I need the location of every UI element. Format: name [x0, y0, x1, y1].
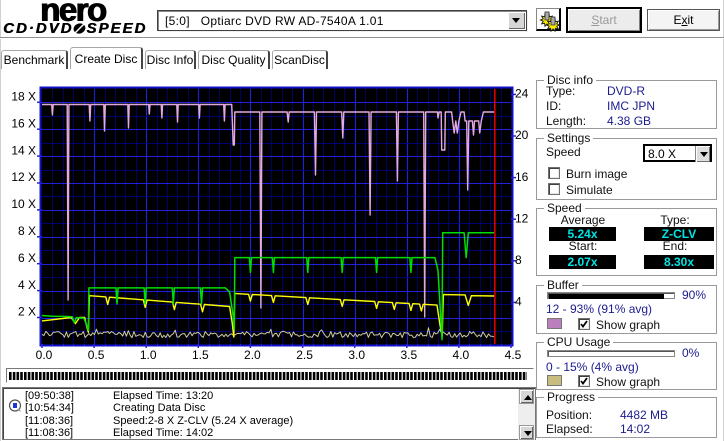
svg-text:20: 20 — [515, 128, 529, 142]
svg-text:18 X: 18 X — [11, 90, 36, 104]
svg-text:2.5: 2.5 — [296, 348, 313, 362]
svg-text:10 X: 10 X — [11, 197, 36, 211]
svg-text:8 X: 8 X — [18, 224, 36, 238]
svg-text:6 X: 6 X — [18, 251, 36, 265]
svg-text:0.5: 0.5 — [88, 348, 105, 362]
svg-text:2.0: 2.0 — [244, 348, 261, 362]
svg-text:4.0: 4.0 — [453, 348, 470, 362]
svg-text:3.5: 3.5 — [400, 348, 417, 362]
svg-text:16 X: 16 X — [11, 116, 36, 130]
svg-text:14 X: 14 X — [11, 143, 36, 157]
svg-text:12: 12 — [515, 211, 529, 225]
svg-text:24: 24 — [515, 87, 529, 101]
svg-text:0.0: 0.0 — [36, 348, 53, 362]
svg-text:8: 8 — [515, 253, 522, 267]
svg-text:4.5: 4.5 — [505, 348, 522, 362]
svg-text:3.0: 3.0 — [348, 348, 365, 362]
svg-text:4: 4 — [515, 295, 522, 309]
svg-text:4 X: 4 X — [18, 278, 36, 292]
svg-text:16: 16 — [515, 170, 529, 184]
svg-text:12 X: 12 X — [11, 170, 36, 184]
svg-text:1.0: 1.0 — [140, 348, 157, 362]
svg-text:1.5: 1.5 — [192, 348, 209, 362]
svg-text:2 X: 2 X — [18, 305, 36, 319]
